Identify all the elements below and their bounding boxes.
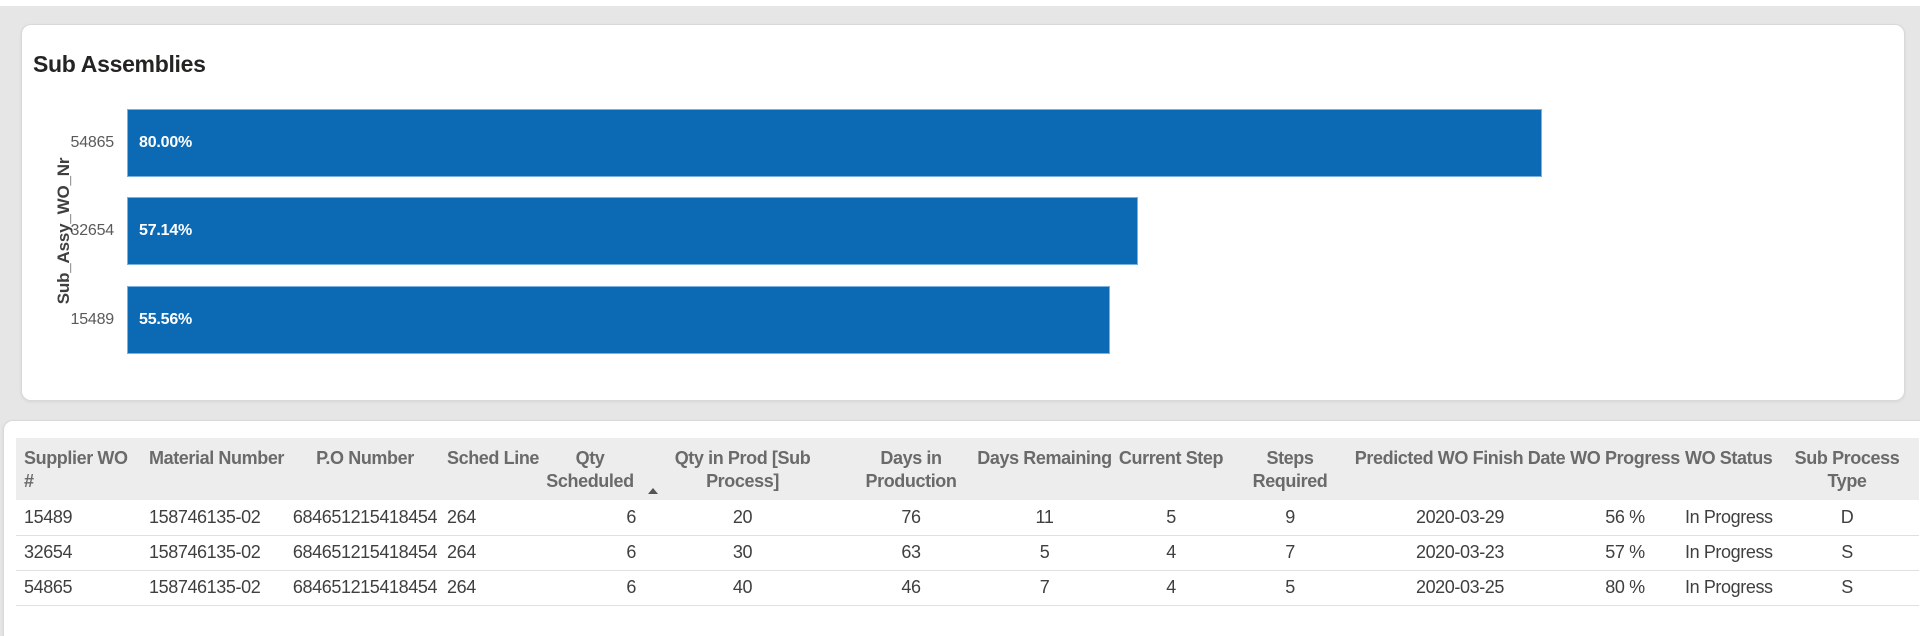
cell-wo_progress: 80 % xyxy=(1569,570,1681,606)
cell-material_number: 158746135-02 xyxy=(141,500,291,536)
column-header-current_step[interactable]: Current Step xyxy=(1113,438,1229,500)
column-header-supplier_wo[interactable]: Supplier WO # xyxy=(16,438,141,500)
cell-supplier_wo: 32654 xyxy=(16,535,141,571)
column-header-text: Sub Process Type xyxy=(1794,448,1900,491)
cell-sched_line: 264 xyxy=(439,535,541,571)
column-header-text: Production xyxy=(865,471,957,491)
cell-qty_in_prod: 20 xyxy=(639,500,846,536)
column-header-sched_line[interactable]: Sched Line xyxy=(439,438,541,500)
cell-days_remaining: 5 xyxy=(976,535,1113,571)
cell-po_number: 684651215418454 xyxy=(291,535,439,571)
cell-days_in_production: 46 xyxy=(846,570,976,606)
sub-assemblies-chart-card: Sub Assemblies Sub_Assy_WO_Nr 54865 80.00… xyxy=(21,24,1905,401)
cell-current_step: 4 xyxy=(1113,570,1229,606)
bar[interactable]: 55.56% xyxy=(127,286,1110,354)
column-header-wo_status[interactable]: WO Status xyxy=(1681,438,1775,500)
column-header-text: Current Step xyxy=(1118,448,1224,468)
cell-sub_process_type: S xyxy=(1775,535,1919,571)
cell-days_in_production: 63 xyxy=(846,535,976,571)
table-row: 15489 158746135-02 684651215418454 264 6 20 76… xyxy=(16,500,1919,536)
column-header-text: P.O Number xyxy=(316,448,414,468)
column-header-qty_scheduled[interactable]: Qty Scheduled xyxy=(541,438,639,500)
chart-title: Sub Assemblies xyxy=(33,51,206,77)
work-orders-table-card: Supplier WO # Material Number P.O Number Sc… xyxy=(3,420,1920,636)
cell-sub_process_type: D xyxy=(1775,500,1919,536)
bar-row: 15489 55.56% xyxy=(22,286,1904,354)
bar-value-label: 57.14% xyxy=(139,222,193,239)
column-header-wo_progress[interactable]: WO Progress xyxy=(1569,438,1681,500)
cell-days_in_production: 76 xyxy=(846,500,976,536)
top-strip xyxy=(0,0,1920,6)
cell-days_remaining: 7 xyxy=(976,570,1113,606)
cell-qty_in_prod: 30 xyxy=(639,535,846,571)
cell-current_step: 5 xyxy=(1113,500,1229,536)
bar-row: 54865 80.00% xyxy=(22,109,1904,177)
bar-category-label: 32654 xyxy=(70,222,115,239)
cell-steps_required: 7 xyxy=(1229,535,1351,571)
column-header-text: Days in xyxy=(880,448,942,468)
bar-value-label: 80.00% xyxy=(139,134,193,151)
table-row: 54865 158746135-02 684651215418454 264 6 40 46… xyxy=(16,570,1919,606)
cell-qty_scheduled: 6 xyxy=(541,500,639,536)
cell-po_number: 684651215418454 xyxy=(291,500,439,536)
cell-sched_line: 264 xyxy=(439,500,541,536)
cell-wo_status: In Progress xyxy=(1681,500,1775,536)
cell-supplier_wo: 54865 xyxy=(16,570,141,606)
cell-material_number: 158746135-02 xyxy=(141,570,291,606)
column-header-material_number[interactable]: Material Number xyxy=(141,438,291,500)
cell-wo_status: In Progress xyxy=(1681,535,1775,571)
cell-steps_required: 9 xyxy=(1229,500,1351,536)
cell-wo_status: In Progress xyxy=(1681,570,1775,606)
column-header-days_remaining[interactable]: Days Remaining xyxy=(976,438,1113,500)
cell-wo_progress: 57 % xyxy=(1569,535,1681,571)
cell-qty_scheduled: 6 xyxy=(541,570,639,606)
cell-sub_process_type: S xyxy=(1775,570,1919,606)
bar-category-label: 15489 xyxy=(70,311,115,328)
column-header-text: WO Progress xyxy=(1570,448,1680,468)
bar[interactable]: 80.00% xyxy=(127,109,1542,177)
cell-predicted_finish: 2020-03-25 xyxy=(1351,570,1569,606)
column-header-text: Material Number xyxy=(149,448,285,468)
work-orders-table: Supplier WO # Material Number P.O Number Sc… xyxy=(16,438,1919,606)
cell-days_remaining: 11 xyxy=(976,500,1113,536)
column-header-text: Supplier WO # xyxy=(24,448,128,491)
table-row: 32654 158746135-02 684651215418454 264 6 30 63… xyxy=(16,535,1919,571)
column-header-text: Steps Required xyxy=(1252,448,1328,491)
table-header-row: Supplier WO # Material Number P.O Number Sc… xyxy=(16,438,1919,500)
column-header-text: Predicted WO Finish Date xyxy=(1354,448,1566,468)
cell-predicted_finish: 2020-03-23 xyxy=(1351,535,1569,571)
bar[interactable]: 57.14% xyxy=(127,197,1138,265)
column-header-text: WO Status xyxy=(1685,448,1773,468)
cell-current_step: 4 xyxy=(1113,535,1229,571)
bar-value-label: 55.56% xyxy=(139,311,193,328)
column-header-po_number[interactable]: P.O Number xyxy=(291,438,439,500)
table-body: 15489 158746135-02 684651215418454 264 6 20 76… xyxy=(16,500,1919,606)
sort-ascending-icon xyxy=(648,488,658,494)
cell-material_number: 158746135-02 xyxy=(141,535,291,571)
cell-supplier_wo: 15489 xyxy=(16,500,141,536)
column-header-steps_required[interactable]: Steps Required xyxy=(1229,438,1351,500)
cell-steps_required: 5 xyxy=(1229,570,1351,606)
column-header-predicted_finish[interactable]: Predicted WO Finish Date xyxy=(1351,438,1569,500)
column-header-text: Scheduled xyxy=(546,471,634,491)
bar-category-label: 54865 xyxy=(70,134,115,151)
cell-po_number: 684651215418454 xyxy=(291,570,439,606)
cell-wo_progress: 56 % xyxy=(1569,500,1681,536)
column-header-qty_in_prod[interactable]: Qty in Prod [Sub Process] xyxy=(639,438,846,500)
column-header-text: Days Remaining xyxy=(977,448,1112,468)
column-header-text: Sched Line xyxy=(447,448,540,468)
bar-row: 32654 57.14% xyxy=(22,197,1904,265)
cell-predicted_finish: 2020-03-29 xyxy=(1351,500,1569,536)
cell-qty_in_prod: 40 xyxy=(639,570,846,606)
column-header-sub_process_type[interactable]: Sub Process Type xyxy=(1775,438,1919,500)
column-header-text: Qty xyxy=(575,448,605,468)
column-header-days_in_production[interactable]: Days in Production xyxy=(846,438,976,500)
column-header-text: Qty in Prod [Sub Process] xyxy=(674,448,811,491)
cell-sched_line: 264 xyxy=(439,570,541,606)
cell-qty_scheduled: 6 xyxy=(541,535,639,571)
